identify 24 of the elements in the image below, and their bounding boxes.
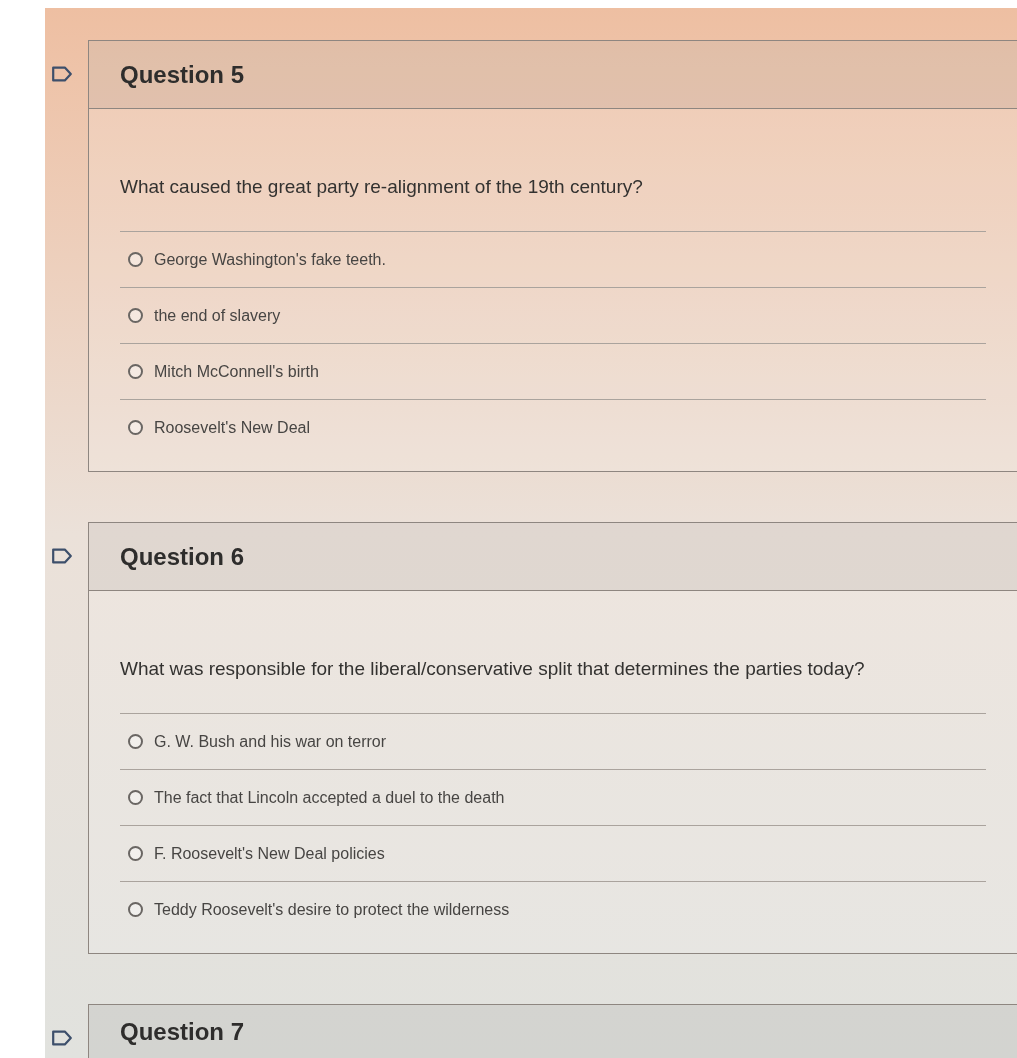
radio-button[interactable] bbox=[128, 902, 143, 917]
radio-button[interactable] bbox=[128, 308, 143, 323]
answer-text: The fact that Lincoln accepted a duel to the death bbox=[154, 787, 505, 808]
tag-icon[interactable] bbox=[51, 548, 73, 564]
question-title: Question 5 bbox=[120, 59, 245, 90]
radio-button[interactable] bbox=[128, 364, 143, 379]
answer-text: F. Roosevelt's New Deal policies bbox=[154, 843, 385, 864]
tag-icon[interactable] bbox=[51, 66, 73, 82]
tag-icon[interactable] bbox=[51, 1030, 73, 1046]
question-title: Question 7 bbox=[120, 1017, 245, 1047]
answer-text: G. W. Bush and his war on terror bbox=[154, 731, 387, 752]
answer-text: George Washington's fake teeth. bbox=[154, 249, 386, 270]
answer-text: Teddy Roosevelt's desire to protect the wilderness bbox=[154, 899, 510, 920]
answer-text: Roosevelt's New Deal bbox=[154, 417, 310, 438]
question-title: Question 6 bbox=[120, 541, 245, 572]
question-text: What caused the great party re-alignment of the 19th century? bbox=[120, 175, 644, 199]
radio-button[interactable] bbox=[128, 734, 143, 749]
radio-button[interactable] bbox=[128, 846, 143, 861]
radio-button[interactable] bbox=[128, 790, 143, 805]
radio-button[interactable] bbox=[128, 252, 143, 267]
answer-text: Mitch McConnell's birth bbox=[154, 361, 319, 382]
question-text: What was responsible for the liberal/conservative split that determines the parties today? bbox=[120, 657, 866, 681]
answer-text: the end of slavery bbox=[154, 305, 281, 326]
radio-button[interactable] bbox=[128, 420, 143, 435]
